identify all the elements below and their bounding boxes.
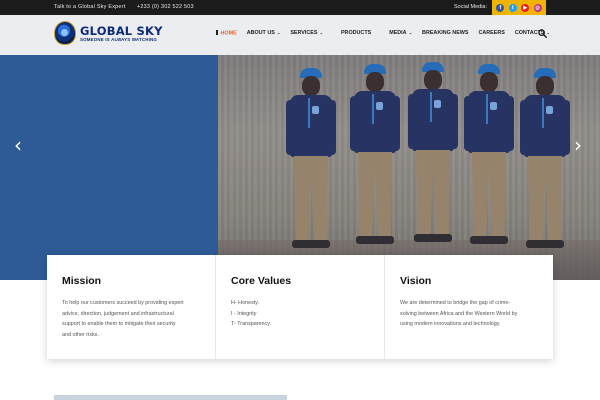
twitter-icon[interactable]: t (508, 3, 517, 12)
mission-card: Mission To help our customers succeed by… (47, 255, 216, 359)
card-text: We are determined to bridge the gap of c… (400, 300, 518, 327)
nav-item-about-us[interactable]: ABOUT US ⌄ (247, 30, 281, 36)
card-title: Core Values (231, 275, 292, 287)
page: Talk to a Global Sky Expert +233 (0) 302… (0, 0, 600, 400)
hero-image (218, 55, 600, 280)
nav-item-breaking-news[interactable]: BREAKING NEWS (422, 30, 468, 36)
instagram-icon[interactable]: ◎ (533, 3, 542, 12)
chevron-down-icon: ⌄ (275, 30, 281, 36)
site-logo[interactable]: GLOBAL SKY SOMEONE IS ALWAYS WATCHING (54, 21, 163, 45)
expert-tagline[interactable]: Talk to a Global Sky Expert (54, 4, 125, 10)
site-header: GLOBAL SKY SOMEONE IS ALWAYS WATCHING HO… (0, 15, 600, 55)
nav-item-services[interactable]: SERVICES ⌄ (290, 30, 323, 36)
contact-info: Talk to a Global Sky Expert +233 (0) 302… (54, 4, 204, 10)
nav-item-products[interactable]: PRODUCTS (341, 30, 371, 36)
next-section-image (54, 395, 287, 400)
social-media-label: Social Media: (454, 4, 488, 10)
card-title: Vision (400, 275, 432, 287)
facebook-icon[interactable]: f (496, 3, 505, 12)
chevron-down-icon: ⌄ (407, 30, 413, 36)
nav-item-home[interactable]: HOME (216, 30, 237, 37)
chevron-right-icon[interactable]: › (574, 133, 582, 157)
chevron-down-icon: ⌄ (318, 30, 323, 36)
info-cards: Mission To help our customers succeed by… (47, 255, 553, 359)
youtube-icon[interactable]: ▶ (521, 3, 530, 12)
nav-item-careers[interactable]: CAREERS (478, 30, 504, 36)
chevron-left-icon[interactable]: ‹ (14, 133, 22, 157)
main-nav: HOME ABOUT US ⌄ SERVICES ⌄ PRODUCTS MEDI… (216, 30, 560, 37)
social-bar: f t ▶ ◎ (492, 0, 546, 15)
logo-tagline: SOMEONE IS ALWAYS WATCHING (80, 36, 157, 42)
card-title: Mission (62, 275, 102, 287)
logo-title: GLOBAL SKY (80, 23, 163, 38)
nav-item-label: SERVICES (290, 30, 318, 37)
hero-slider: ‹ › (0, 55, 600, 280)
top-bar: Talk to a Global Sky Expert +233 (0) 302… (0, 0, 600, 15)
card-text: To help our customers succeed by providi… (62, 300, 184, 338)
search-icon[interactable] (538, 29, 547, 38)
nav-item-media[interactable]: MEDIA ⌄ (389, 30, 412, 36)
core-values-card: Core Values H- Honesty. I - Integrity T-… (216, 255, 385, 359)
nav-item-label: ABOUT US (246, 30, 275, 37)
card-text: H- Honesty. I - Integrity T- Transparenc… (231, 300, 272, 327)
nav-item-label: MEDIA (389, 30, 407, 37)
logo-badge-icon (54, 21, 76, 45)
phone-number[interactable]: +233 (0) 302 522 503 (137, 4, 194, 10)
vision-card: Vision We are determined to bridge the g… (385, 255, 553, 359)
